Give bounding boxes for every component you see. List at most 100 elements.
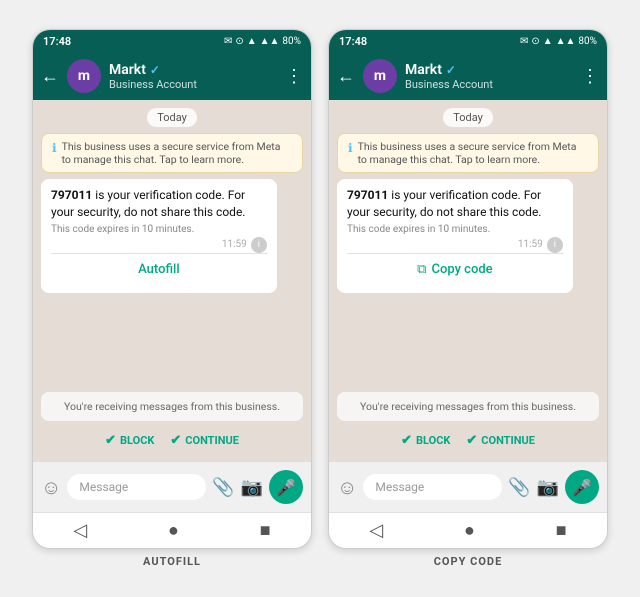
header-subtitle: Business Account: [405, 78, 573, 91]
emoji-button[interactable]: ☺: [41, 475, 61, 500]
message-info-button[interactable]: i: [251, 237, 267, 253]
copy-code-button[interactable]: ⧉ Copy code: [355, 262, 555, 277]
header-subtitle: Business Account: [109, 78, 277, 91]
phone-copy-code: 17:48 ✉ ⊙ ▲ ▲▲ 80% ← m Markt ✓ Business …: [328, 29, 608, 549]
business-notice: You're receiving messages from this busi…: [337, 392, 599, 421]
continue-label: CONTINUE: [185, 434, 239, 447]
nav-bar: ◁ ● ■: [33, 512, 311, 548]
message-time: 11:59: [222, 239, 247, 250]
wifi-icon: ▲: [543, 36, 553, 47]
attach-button[interactable]: 📎: [508, 477, 530, 498]
contact-name: Markt: [109, 62, 146, 78]
header-info: Markt ✓ Business Account: [109, 62, 277, 91]
menu-button[interactable]: ⋮: [285, 66, 303, 87]
info-message-text: This business uses a secure service from…: [62, 140, 292, 166]
menu-button[interactable]: ⋮: [581, 66, 599, 87]
recents-nav-button[interactable]: ■: [260, 520, 271, 541]
header-name: Markt ✓: [109, 62, 277, 78]
info-icon: ℹ: [52, 141, 57, 155]
chat-spacer: [41, 299, 303, 386]
phone-label-autofill: AUTOFILL: [143, 555, 201, 568]
message-time-row: 11:59 i: [51, 237, 267, 253]
battery-icon: 80%: [282, 36, 301, 47]
chat-header: ← m Markt ✓ Business Account ⋮: [33, 52, 311, 100]
camera-button[interactable]: 📷: [241, 477, 263, 498]
battery-icon: 80%: [578, 36, 597, 47]
emoji-button[interactable]: ☺: [337, 475, 357, 500]
copy-code-label: Copy code: [431, 262, 492, 277]
verified-badge: ✓: [446, 63, 456, 77]
phones-container: 17:48 ✉ ⊙ ▲ ▲▲ 80% ← m Markt ✓ Business …: [22, 9, 618, 588]
whatsapp-status-icon: ⊙: [531, 36, 539, 47]
verification-code: 797011: [51, 188, 92, 202]
info-message[interactable]: ℹ This business uses a secure service fr…: [337, 133, 599, 173]
block-check-icon: ✔: [105, 433, 116, 448]
status-time: 17:48: [339, 35, 367, 48]
message-input[interactable]: Message: [67, 474, 206, 500]
back-nav-button[interactable]: ◁: [73, 520, 87, 541]
block-button[interactable]: ✔ BLOCK: [401, 433, 450, 448]
message-bubble: 797011 is your verification code. For yo…: [41, 179, 277, 293]
back-button[interactable]: ←: [337, 66, 355, 87]
verification-code: 797011: [347, 188, 388, 202]
phone-autofill: 17:48 ✉ ⊙ ▲ ▲▲ 80% ← m Markt ✓ Business …: [32, 29, 312, 549]
header-name: Markt ✓: [405, 62, 573, 78]
verified-badge: ✓: [150, 63, 160, 77]
home-nav-button[interactable]: ●: [168, 520, 179, 541]
home-nav-button[interactable]: ●: [464, 520, 475, 541]
phone-label-copy-code: COPY CODE: [434, 555, 503, 568]
input-area: ☺ Message 📎 📷 🎤: [329, 462, 607, 512]
status-bar: 17:48 ✉ ⊙ ▲ ▲▲ 80%: [329, 30, 607, 52]
status-bar: 17:48 ✉ ⊙ ▲ ▲▲ 80%: [33, 30, 311, 52]
attach-button[interactable]: 📎: [212, 477, 234, 498]
message-subtext: This code expires in 10 minutes.: [347, 224, 563, 235]
nav-bar: ◁ ● ■: [329, 512, 607, 548]
business-notice: You're receiving messages from this busi…: [41, 392, 303, 421]
avatar: m: [363, 59, 397, 93]
mic-button[interactable]: 🎤: [565, 470, 599, 504]
info-icon: ℹ: [348, 141, 353, 155]
status-time: 17:48: [43, 35, 71, 48]
input-area: ☺ Message 📎 📷 🎤: [33, 462, 311, 512]
block-button[interactable]: ✔ BLOCK: [105, 433, 154, 448]
continue-check-icon: ✔: [466, 433, 477, 448]
action-button-area: Autofill: [51, 253, 267, 285]
status-icons: ✉ ⊙ ▲ ▲▲ 80%: [520, 36, 597, 47]
copy-icon: ⧉: [417, 262, 426, 277]
message-status-icon: ✉: [224, 36, 232, 47]
chat-area: Today ℹ This business uses a secure serv…: [33, 100, 311, 462]
camera-button[interactable]: 📷: [537, 477, 559, 498]
autofill-button[interactable]: Autofill: [59, 262, 259, 277]
avatar: m: [67, 59, 101, 93]
message-time-row: 11:59 i: [347, 237, 563, 253]
message-time: 11:59: [518, 239, 543, 250]
chat-area: Today ℹ This business uses a secure serv…: [329, 100, 607, 462]
message-text: 797011 is your verification code. For yo…: [51, 187, 267, 221]
phone-wrapper-copy-code: 17:48 ✉ ⊙ ▲ ▲▲ 80% ← m Markt ✓ Business …: [328, 29, 608, 568]
message-info-button[interactable]: i: [547, 237, 563, 253]
signal-icon: ▲▲: [260, 36, 280, 47]
continue-button[interactable]: ✔ CONTINUE: [466, 433, 535, 448]
info-message-text: This business uses a secure service from…: [358, 140, 588, 166]
continue-label: CONTINUE: [481, 434, 535, 447]
date-bubble: Today: [443, 108, 493, 127]
message-text: 797011 is your verification code. For yo…: [347, 187, 563, 221]
message-status-icon: ✉: [520, 36, 528, 47]
back-nav-button[interactable]: ◁: [369, 520, 383, 541]
recents-nav-button[interactable]: ■: [556, 520, 567, 541]
block-label: BLOCK: [416, 434, 450, 447]
status-icons: ✉ ⊙ ▲ ▲▲ 80%: [224, 36, 301, 47]
action-button-area: ⧉ Copy code: [347, 253, 563, 285]
contact-name: Markt: [405, 62, 442, 78]
header-info: Markt ✓ Business Account: [405, 62, 573, 91]
block-check-icon: ✔: [401, 433, 412, 448]
back-button[interactable]: ←: [41, 66, 59, 87]
block-label: BLOCK: [120, 434, 154, 447]
chat-spacer: [337, 299, 599, 386]
continue-button[interactable]: ✔ CONTINUE: [170, 433, 239, 448]
info-message[interactable]: ℹ This business uses a secure service fr…: [41, 133, 303, 173]
signal-icon: ▲▲: [556, 36, 576, 47]
message-input[interactable]: Message: [363, 474, 502, 500]
whatsapp-status-icon: ⊙: [235, 36, 243, 47]
mic-button[interactable]: 🎤: [269, 470, 303, 504]
